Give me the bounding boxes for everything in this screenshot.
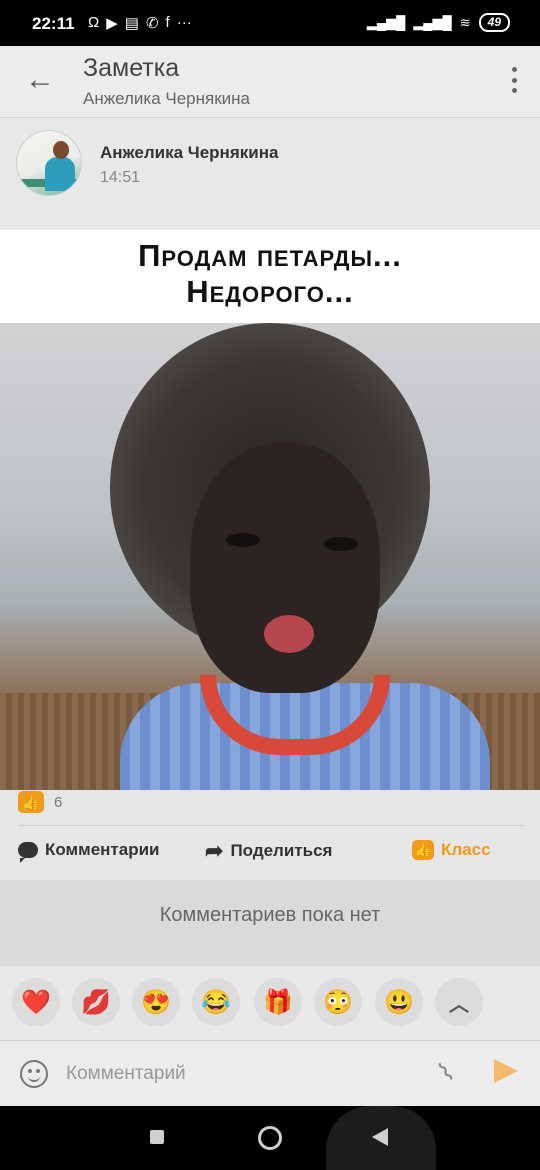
more-notifications-icon: ···	[176, 14, 192, 31]
app-bar: ← Заметка Анжелика Чернякина	[0, 46, 540, 118]
more-dot	[511, 88, 517, 93]
comment-composer: ⌇	[0, 1040, 540, 1106]
notification-icons: Ω ▶ ▤ ✆ f ···	[88, 14, 192, 32]
photo-eye-right	[324, 537, 358, 551]
photo-eye-left	[226, 533, 260, 547]
grin-reaction-icon[interactable]: 😃	[375, 978, 423, 1026]
reaction-bar: ❤️ 💋 😍 😂 🎁 😳 😃 ︿	[0, 966, 540, 1040]
signal-2-icon: ▂▄▆█	[413, 14, 452, 30]
gift-reaction-icon[interactable]: 🎁	[254, 978, 302, 1026]
message-icon: ▤	[124, 15, 139, 32]
emoji-picker-icon[interactable]	[20, 1060, 48, 1088]
comments-button[interactable]: Комментарии	[18, 840, 160, 863]
page-title: Заметка	[83, 54, 180, 82]
send-arrow-shape	[494, 1059, 518, 1083]
comment-input[interactable]	[66, 1057, 426, 1091]
klass-thumb-icon: 👍	[412, 840, 434, 860]
whatsapp-icon: ✆	[145, 15, 159, 32]
paperclip-icon[interactable]: ⌇	[432, 1056, 460, 1089]
post-header: Анжелика Чернякина 14:51	[0, 118, 540, 230]
more-dot	[511, 77, 517, 83]
avatar-head	[53, 141, 69, 159]
page-subtitle: Анжелика Чернякина	[83, 89, 251, 108]
like-summary[interactable]: 👍 6	[18, 790, 62, 814]
klass-label: Класс	[441, 840, 491, 859]
post-image[interactable]: Продам петарды... Недорого...	[0, 230, 540, 790]
flushed-reaction-icon[interactable]: 😳	[314, 978, 362, 1026]
recents-icon[interactable]	[150, 1130, 164, 1144]
play-store-icon: ▶	[106, 15, 118, 32]
divider	[18, 825, 524, 826]
expand-reactions-icon[interactable]: ︿	[435, 978, 483, 1026]
comment-bubble-icon	[18, 842, 38, 863]
laugh-reaction-icon[interactable]: 😂	[192, 978, 240, 1026]
status-time: 22:11	[32, 14, 75, 33]
post-footer: 👍 6 Комментарии ➦ Поделиться 👍 Класс	[0, 790, 540, 880]
author-name[interactable]: Анжелика Чернякина	[100, 143, 278, 163]
more-dot	[511, 67, 517, 72]
caption-line-1: Продам петарды...	[138, 238, 402, 273]
status-bar: 22:11 Ω ▶ ▤ ✆ f ··· ▂▄▆█ ▂▄▆█ ≋ 49	[0, 0, 540, 46]
facebook-icon: f	[165, 14, 170, 31]
avatar[interactable]	[16, 130, 82, 196]
system-nav-bar	[0, 1106, 540, 1170]
heart-eyes-reaction-icon[interactable]: 😍	[132, 978, 180, 1026]
home-icon[interactable]	[258, 1126, 282, 1150]
heart-reaction-icon[interactable]: ❤️	[12, 978, 60, 1026]
wifi-icon: ≋	[459, 14, 471, 30]
share-label: Поделиться	[230, 841, 333, 860]
comments-label: Комментарии	[45, 840, 160, 859]
headphones-icon: Ω	[88, 14, 100, 31]
back-nav-area[interactable]	[326, 1106, 436, 1170]
battery-icon: 49	[478, 13, 510, 32]
post-time: 14:51	[100, 169, 141, 186]
send-icon[interactable]	[494, 1053, 524, 1089]
more-options-icon[interactable]	[504, 64, 524, 96]
image-caption: Продам петарды... Недорого...	[0, 230, 540, 323]
nav-back-icon[interactable]	[372, 1128, 388, 1146]
empty-comments-message: Комментариев пока нет	[0, 880, 540, 966]
photo-face	[190, 443, 380, 693]
share-arrow-icon: ➦	[205, 838, 224, 863]
klass-button[interactable]: 👍 Класс	[412, 840, 491, 860]
klass-badge-icon: 👍	[18, 791, 44, 813]
kiss-reaction-icon[interactable]: 💋	[72, 978, 120, 1026]
caption-line-2: Недорого...	[186, 274, 354, 309]
like-count: 6	[54, 793, 63, 811]
photo	[0, 323, 540, 790]
back-arrow-icon[interactable]: ←	[20, 60, 60, 100]
signal-icon: ▂▄▆█	[366, 14, 406, 30]
share-button[interactable]: ➦ Поделиться	[205, 840, 332, 862]
photo-mouth	[264, 615, 314, 653]
avatar-figure	[45, 157, 75, 191]
system-icons: ▂▄▆█ ▂▄▆█ ≋ 49	[367, 13, 510, 32]
